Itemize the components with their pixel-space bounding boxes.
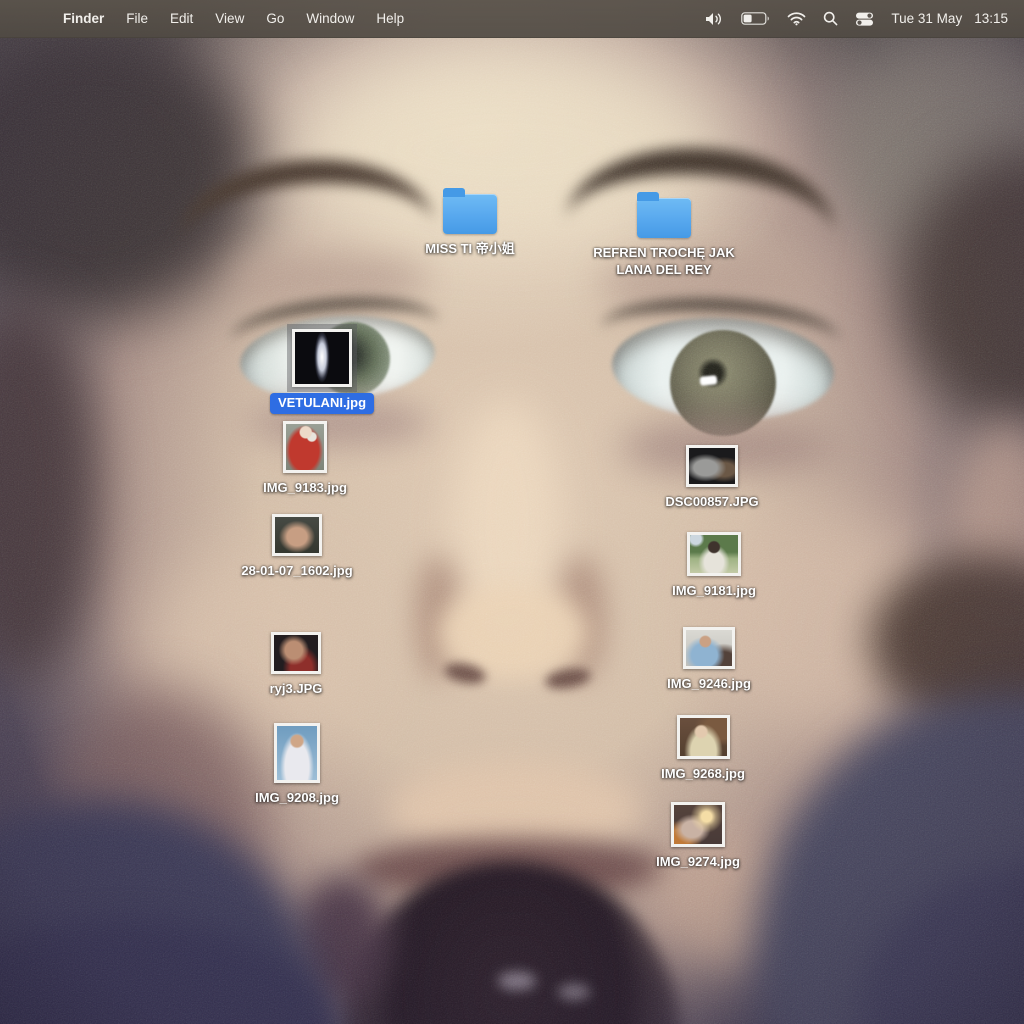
desktop-folder-refren[interactable]: REFREN TROCHĘ JAK LANA DEL REY [584, 190, 744, 278]
file-label: IMG_9246.jpg [667, 676, 751, 693]
desktop-file-img-9246[interactable]: IMG_9246.jpg [649, 627, 769, 693]
desktop-file-img-9208[interactable]: IMG_9208.jpg [237, 723, 357, 807]
desktop-file-28-01-07[interactable]: 28-01-07_1602.jpg [235, 514, 359, 580]
desktop-folder-miss-ti[interactable]: MISS TI 帝小姐 [400, 186, 540, 258]
file-label: IMG_9183.jpg [263, 480, 347, 497]
file-thumbnail [292, 329, 352, 387]
clock-time: 13:15 [974, 11, 1008, 26]
volume-icon[interactable] [701, 12, 728, 26]
menu-view[interactable]: View [204, 11, 255, 26]
folder-icon [637, 198, 691, 238]
desktop-file-img-9183[interactable]: IMG_9183.jpg [245, 421, 365, 497]
file-label: IMG_9208.jpg [255, 790, 339, 807]
menu-help[interactable]: Help [365, 11, 415, 26]
file-thumbnail [274, 723, 320, 783]
file-label: 28-01-07_1602.jpg [241, 563, 352, 580]
battery-icon[interactable] [737, 12, 774, 25]
desktop-file-dsc00857[interactable]: DSC00857.JPG [647, 445, 777, 511]
desktop-wallpaper [0, 0, 1024, 1024]
menu-bar-status: Tue 31 May 13:15 [701, 11, 1024, 26]
file-label: DSC00857.JPG [665, 494, 758, 511]
menu-bar-menus: Finder File Edit View Go Window Help [0, 11, 415, 26]
file-thumbnail [687, 532, 741, 576]
folder-icon [443, 194, 497, 234]
menu-bar: Finder File Edit View Go Window Help [0, 0, 1024, 38]
desktop-file-img-9181[interactable]: IMG_9181.jpg [654, 532, 774, 600]
file-label: IMG_9181.jpg [672, 583, 756, 600]
menu-bar-clock[interactable]: Tue 31 May 13:15 [891, 11, 1008, 26]
folder-label: REFREN TROCHĘ JAK LANA DEL REY [584, 245, 744, 278]
menu-file[interactable]: File [115, 11, 159, 26]
file-thumbnail [677, 715, 730, 759]
file-thumbnail [683, 627, 735, 669]
search-icon[interactable] [819, 11, 842, 26]
app-menu-finder[interactable]: Finder [52, 11, 115, 26]
file-label-selected: VETULANI.jpg [270, 393, 374, 414]
file-thumbnail [686, 445, 738, 487]
menu-edit[interactable]: Edit [159, 11, 204, 26]
file-label: IMG_9268.jpg [661, 766, 745, 783]
desktop: Finder File Edit View Go Window Help [0, 0, 1024, 1024]
file-thumbnail [283, 421, 327, 473]
file-thumbnail [272, 514, 322, 556]
desktop-file-vetulani[interactable]: VETULANI.jpg [252, 329, 392, 414]
desktop-file-img-9274[interactable]: IMG_9274.jpg [638, 802, 758, 871]
desktop-file-img-9268[interactable]: IMG_9268.jpg [643, 715, 763, 783]
control-center-icon[interactable] [851, 12, 878, 26]
wifi-icon[interactable] [783, 12, 810, 26]
menu-go[interactable]: Go [255, 11, 295, 26]
file-label: IMG_9274.jpg [656, 854, 740, 871]
desktop-file-ryj3[interactable]: ryj3.JPG [236, 632, 356, 698]
folder-label: MISS TI 帝小姐 [425, 241, 515, 258]
clock-date: Tue 31 May [891, 11, 962, 26]
wallpaper-vignette [0, 0, 1024, 1024]
file-thumbnail [271, 632, 321, 674]
menu-window[interactable]: Window [295, 11, 365, 26]
file-label: ryj3.JPG [270, 681, 323, 698]
file-thumbnail [671, 802, 725, 847]
